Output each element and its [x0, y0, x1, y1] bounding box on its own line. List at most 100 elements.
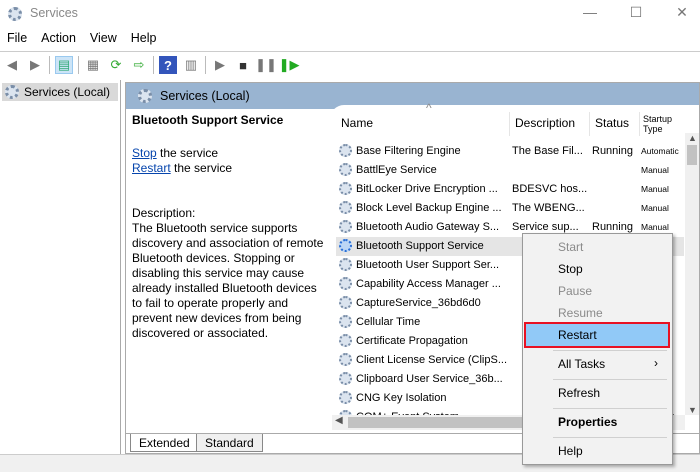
menu-item-pause: Pause: [558, 284, 593, 298]
toolbar: ◀ ▶ ▤ ▦ ⟳ ⇨ ? ▥ ▶ ■ ❚❚ ❚▶: [0, 51, 700, 78]
menu-view[interactable]: View: [83, 28, 124, 48]
divider: [205, 56, 206, 74]
cell-description: The Base Fil...: [512, 145, 583, 157]
minimize-button[interactable]: —: [575, 4, 605, 20]
cell-name: Bluetooth User Support Ser...: [356, 259, 500, 271]
column-description[interactable]: Description: [510, 112, 590, 136]
gear-icon: [339, 163, 352, 176]
menu-item-properties[interactable]: Properties: [526, 411, 668, 433]
window-title: Services: [30, 6, 78, 20]
cell-name: Base Filtering Engine: [356, 145, 461, 157]
cell-name: Capability Access Manager ...: [356, 278, 501, 290]
properties-icon[interactable]: ▦: [84, 56, 102, 74]
cell-name: Client License Service (ClipS...: [356, 354, 508, 366]
service-row[interactable]: BattlEye Service Manual: [336, 161, 684, 180]
menu-action[interactable]: Action: [34, 28, 83, 48]
gear-icon: [339, 372, 352, 385]
gear-icon: [339, 315, 352, 328]
stop-service-icon[interactable]: ■: [234, 56, 252, 74]
title-bar: Services — ☐ ✕: [0, 0, 700, 28]
cell-startup-type: Manual: [641, 203, 669, 213]
tree-item-label: Services (Local): [24, 85, 111, 99]
close-button[interactable]: ✕: [667, 4, 697, 21]
description-label: Description:: [132, 206, 196, 220]
restart-service-icon[interactable]: ❚▶: [279, 56, 300, 74]
refresh-icon[interactable]: ⟳: [107, 56, 125, 74]
gear-icon: [339, 182, 352, 195]
cell-status: Running: [592, 145, 633, 157]
gear-icon: [339, 258, 352, 271]
menu-divider: [553, 350, 667, 351]
cell-startup-type: Manual: [641, 184, 669, 194]
selected-service-name: Bluetooth Support Service: [132, 113, 284, 127]
cell-description: Service sup...: [512, 221, 579, 233]
context-menu: Start Stop Pause Resume Restart All Task…: [522, 233, 673, 465]
menu-item-label: All Tasks: [558, 357, 606, 371]
cell-startup-type: Automatic: [641, 146, 679, 156]
restart-link[interactable]: Restart: [132, 161, 171, 175]
stop-link[interactable]: Stop: [132, 146, 157, 160]
cell-name: CaptureService_36bd6d0: [356, 297, 481, 309]
help-icon[interactable]: ?: [159, 56, 177, 74]
divider: [153, 56, 154, 74]
cell-description: BDESVC hos...: [512, 183, 588, 195]
gear-icon: [339, 220, 352, 233]
gear-icon: [339, 391, 352, 404]
gear-icon: [339, 277, 352, 290]
gear-icon: [339, 239, 352, 252]
gear-icon: [339, 334, 352, 347]
menu-file[interactable]: File: [0, 28, 34, 48]
gear-icon: [138, 89, 152, 103]
cell-description: The WBENG...: [512, 202, 585, 214]
menu-item-stop[interactable]: Stop: [526, 258, 668, 280]
menu-item-all-tasks[interactable]: All Tasks ›: [526, 353, 668, 375]
menu-bar: File Action View Help: [0, 28, 700, 50]
cell-name: Clipboard User Service_36b...: [356, 373, 503, 385]
show-hide-console-tree-icon[interactable]: ▤: [55, 56, 73, 74]
services-gear-icon: [8, 7, 22, 21]
cell-name: Cellular Time: [356, 316, 421, 328]
gear-icon: [339, 201, 352, 214]
column-name[interactable]: Name: [336, 112, 510, 136]
export-list-icon[interactable]: ⇨: [130, 56, 148, 74]
show-action-pane-icon[interactable]: ▥: [182, 56, 200, 74]
gear-icon: [339, 144, 352, 157]
cell-name: Block Level Backup Engine ...: [356, 202, 502, 214]
service-row[interactable]: BitLocker Drive Encryption ... BDESVC hos…: [336, 180, 684, 199]
menu-item-restart[interactable]: Restart: [524, 322, 670, 348]
cell-startup-type: Manual: [641, 222, 669, 232]
column-status[interactable]: Status: [590, 112, 640, 136]
service-row[interactable]: Base Filtering Engine The Base Fil... Runn…: [336, 142, 684, 161]
divider: [49, 56, 50, 74]
service-row[interactable]: Block Level Backup Engine ... The WBENG..…: [336, 199, 684, 218]
back-arrow-icon[interactable]: ◀: [3, 56, 21, 74]
gear-icon: [5, 85, 19, 99]
menu-divider: [553, 408, 667, 409]
cell-name: Bluetooth Audio Gateway S...: [356, 221, 500, 233]
menu-divider: [553, 437, 667, 438]
pause-service-icon[interactable]: ❚❚: [255, 56, 277, 74]
chevron-right-icon: ›: [654, 356, 658, 370]
cell-name: BattlEye Service: [356, 164, 437, 176]
menu-item-refresh[interactable]: Refresh: [526, 382, 668, 404]
menu-item-resume: Resume: [558, 306, 603, 320]
description-text: The Bluetooth service supports discovery…: [132, 221, 324, 340]
menu-item-help[interactable]: Help: [526, 440, 668, 462]
column-startup-type[interactable]: Startup Type: [640, 112, 685, 136]
start-service-icon[interactable]: ▶: [211, 56, 229, 74]
cell-startup-type: Manual: [641, 165, 669, 175]
divider: [78, 56, 79, 74]
maximize-button[interactable]: ☐: [621, 4, 651, 21]
console-tree: Services (Local): [0, 80, 121, 472]
cell-name: CNG Key Isolation: [356, 392, 447, 404]
panel-header-title: Services (Local): [160, 89, 250, 103]
tab-standard[interactable]: Standard: [196, 434, 263, 452]
cell-status: Running: [592, 221, 633, 233]
vertical-scrollbar[interactable]: ▲ ▼: [685, 133, 699, 415]
tree-item-services-local[interactable]: Services (Local): [2, 83, 118, 101]
tab-extended[interactable]: Extended: [130, 434, 199, 452]
forward-arrow-icon[interactable]: ▶: [26, 56, 44, 74]
menu-help[interactable]: Help: [124, 28, 164, 48]
gear-icon: [339, 353, 352, 366]
link-text: the service: [170, 161, 233, 175]
